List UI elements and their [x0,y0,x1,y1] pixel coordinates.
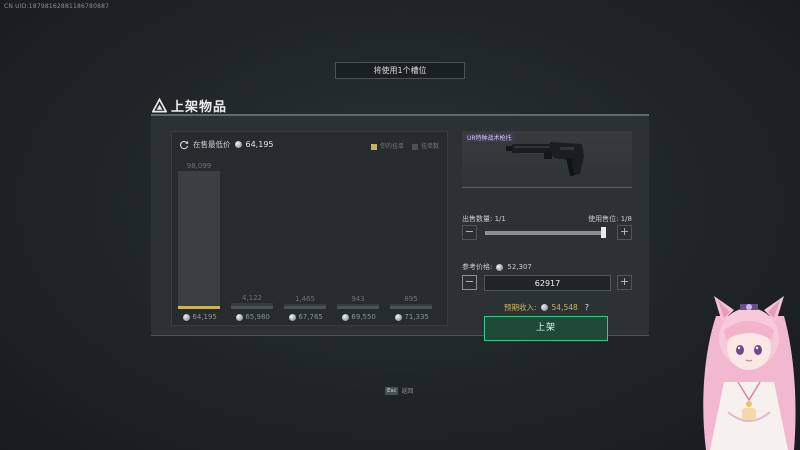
bar-count-label: 4,122 [241,294,263,302]
expected-income-row: 预期收入: 54,548 ? [504,302,589,313]
chart-legend: 你的挂单 挂单数 [370,141,439,150]
vtuber-avatar [703,296,796,450]
warning-triangle-icon [152,98,167,113]
bar-price-label: 71,335 [386,313,438,321]
quantity-slider-row: − + [462,225,632,241]
esc-key-badge: Esc [385,386,399,395]
coin-icon [342,313,350,321]
bar-3: 1,465 67,765 [284,154,326,321]
list-item-button[interactable]: 上架 [484,316,608,341]
plus-icon: + [619,275,630,288]
lowest-price-label: 在售最低价 [193,140,231,149]
coin-icon [289,313,297,321]
coin-icon [234,141,242,148]
rifle-stock-image [506,142,584,176]
panel-title-row: 上架物品 [152,96,227,115]
minus-icon: − [464,225,475,238]
bar-count-label: 943 [351,295,365,303]
reference-price-label: 参考价格: [462,263,493,271]
bar-baseline [284,306,326,309]
refresh-icon[interactable] [179,140,189,150]
sell-quantity-label: 出售数量: 1/1 [462,215,506,223]
reference-price-value: 52,307 [507,263,532,271]
bar-baseline [337,306,379,309]
item-card: UR特种战术枪托 [462,131,632,188]
quantity-slider-handle[interactable] [601,227,606,238]
coin-icon [236,313,244,321]
help-icon[interactable]: ? [585,303,589,312]
bar-price-label: 69,550 [333,313,385,321]
bar-price-label: 67,765 [280,313,332,321]
bar-count-label: 98,099 [186,162,212,170]
coin-icon [183,313,191,321]
bar-baseline [178,306,220,309]
uid-text: CN UID:18798162881186780887 [4,3,110,10]
escape-hint[interactable]: Esc 返回 [385,386,413,395]
slots-used-label: 使用售位: 1/8 [588,215,632,223]
bar-5: 895 71,335 [390,154,432,321]
legend-other: 挂单数 [411,141,439,150]
bar-count-label: 1,465 [294,295,316,303]
bar-price-label: 65,980 [227,313,279,321]
bar-baseline [390,306,432,309]
bar-baseline [231,306,273,309]
legend-own: 你的挂单 [370,141,404,150]
panel-title: 上架物品 [171,100,228,115]
quantity-slider-track[interactable] [485,231,605,235]
sell-controls: UR特种战术枪托 出售数量: 1/1 使用售位: 1/8 − + 参考价格: 5… [462,131,632,341]
coin-icon [496,263,504,271]
bars-area: 98,099 64,195 4,122 65,980 1,465 67,765 943… [178,154,441,321]
quantity-decrease-button[interactable]: − [462,225,477,240]
plus-icon: + [619,225,630,238]
reference-price-row: 参考价格: 52,307 [462,262,532,272]
coin-icon [395,313,403,321]
price-input-row: − + [462,275,632,292]
price-increase-button[interactable]: + [617,275,632,290]
bar-1: 98,099 64,195 [178,154,220,321]
bar-count-label: 895 [404,295,418,303]
slot-usage-notice: 将使用1个槽位 [335,62,465,79]
price-distribution-chart: 在售最低价 64,195 你的挂单 挂单数 98,099 64,195 4,122… [171,131,448,326]
expected-income-value: 54,548 [551,303,578,312]
lowest-price-value: 64,195 [245,140,274,149]
bar-price-label: 64,195 [174,313,226,321]
chart-header: 在售最低价 64,195 [179,139,274,150]
bar-4: 943 69,550 [337,154,379,321]
price-decrease-button[interactable]: − [462,275,477,290]
expected-income-label: 预期收入: [504,303,537,312]
price-input[interactable] [484,275,611,291]
bar-2: 4,122 65,980 [231,154,273,321]
quantity-increase-button[interactable]: + [617,225,632,240]
bar-fill [178,171,220,309]
minus-icon: − [464,275,475,288]
listing-panel: 在售最低价 64,195 你的挂单 挂单数 98,099 64,195 4,122… [151,114,649,341]
back-label: 返回 [401,388,414,395]
coin-icon [540,304,548,311]
